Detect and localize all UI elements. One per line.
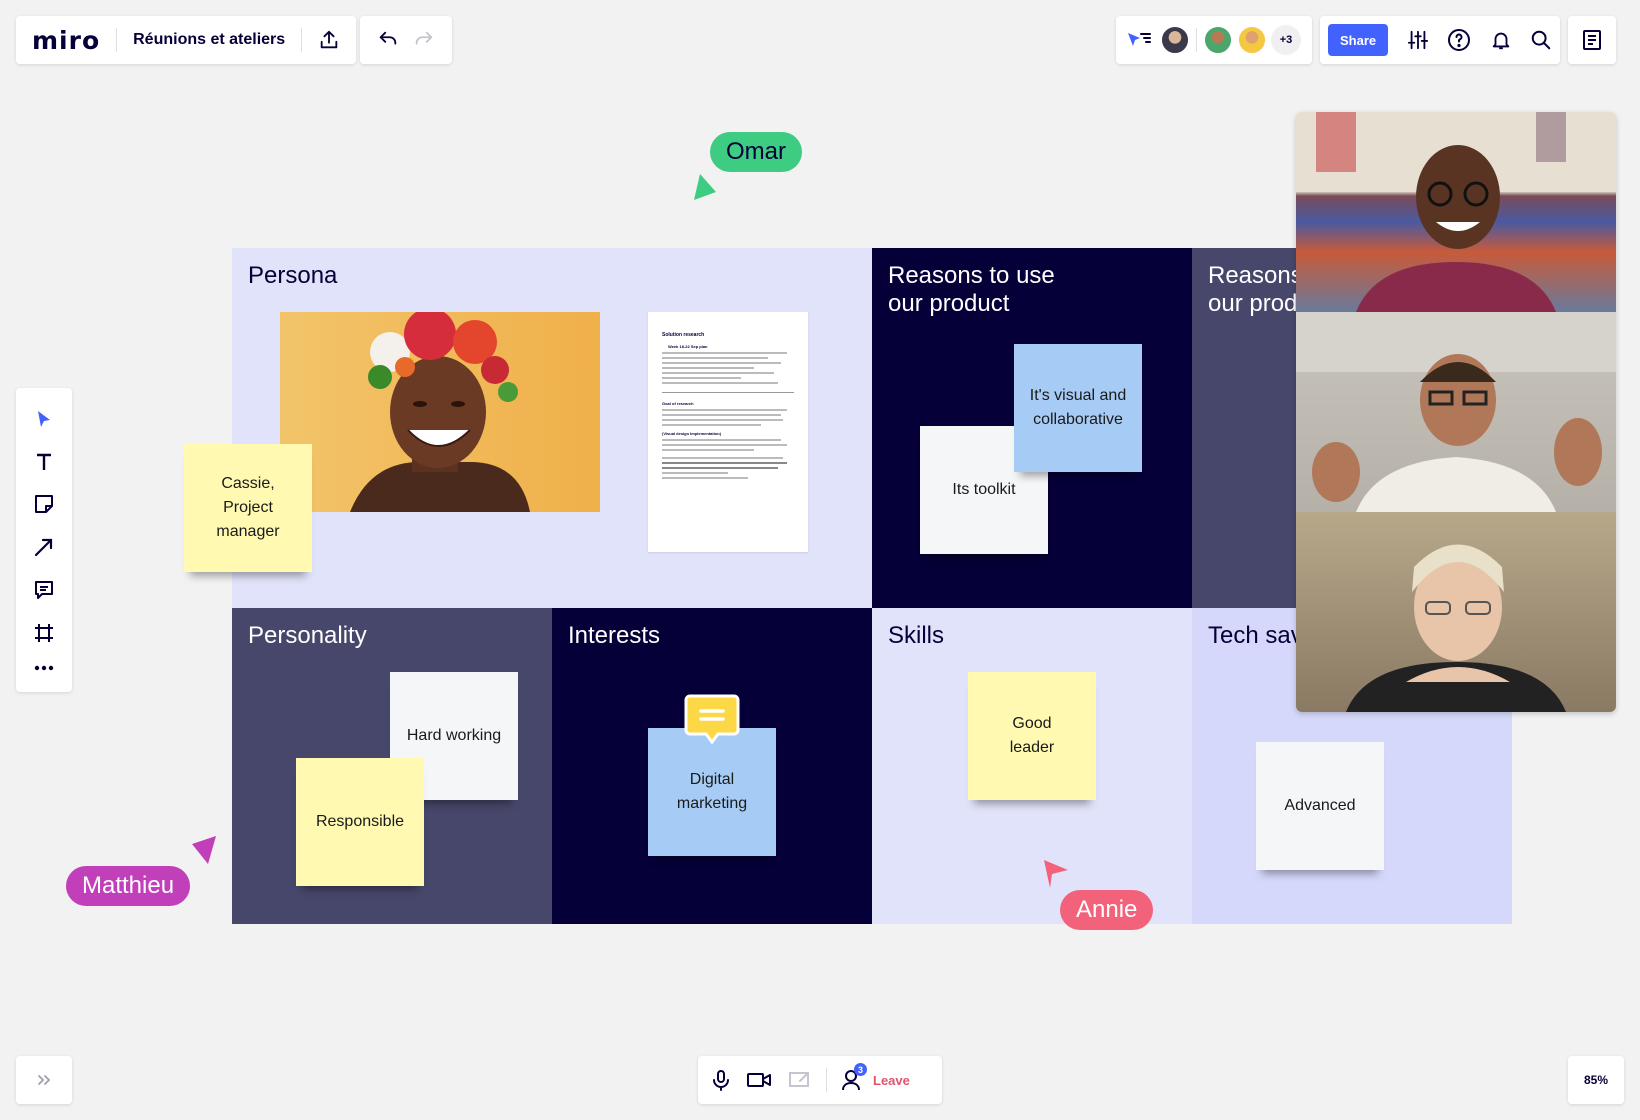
interests-frame[interactable]: Interests Digital marketing: [552, 608, 872, 924]
comment-tool-icon[interactable]: [33, 579, 55, 601]
sticky-note[interactable]: It's visual and collaborative: [1014, 344, 1142, 472]
sticky-note[interactable]: Digital marketing: [648, 728, 776, 856]
comment-bubble-icon[interactable]: [684, 694, 740, 745]
reasons-secondary-title: Reasons our prod: [1208, 262, 1303, 317]
divider: [301, 28, 303, 52]
undo-icon[interactable]: [377, 29, 399, 51]
skills-title: Skills: [888, 622, 945, 649]
bring-to-me-icon[interactable]: [1126, 29, 1152, 51]
document-lines: [662, 352, 794, 384]
left-toolbar: [16, 388, 72, 692]
participant-video-3[interactable]: [1296, 512, 1616, 712]
document-lines: [662, 439, 794, 479]
microphone-icon[interactable]: [712, 1069, 730, 1091]
leave-call-button[interactable]: Leave: [873, 1073, 910, 1088]
text-tool-icon[interactable]: [34, 452, 54, 472]
sticky-note-tool-icon[interactable]: [33, 493, 55, 515]
sticky-note[interactable]: Cassie, Project manager: [184, 444, 312, 572]
share-button[interactable]: Share: [1328, 24, 1389, 56]
document-subheading: Week 18-22 Sep plan: [668, 344, 708, 349]
avatar[interactable]: [1160, 25, 1190, 55]
reasons-title: Reasons to use our product: [888, 262, 1055, 317]
research-document[interactable]: Solution research Week 18-22 Sep plan Go…: [648, 312, 808, 552]
participant-video-1[interactable]: [1296, 112, 1616, 312]
cursor-name-label: Matthieu: [66, 866, 191, 906]
board-actions: Share: [1320, 16, 1560, 64]
select-cursor-icon[interactable]: [35, 409, 53, 431]
divider: [826, 1068, 827, 1092]
document-heading: Solution research: [662, 332, 705, 338]
avatar[interactable]: [1203, 25, 1233, 55]
cursor-name-label: Omar: [710, 132, 802, 172]
search-icon[interactable]: [1530, 29, 1552, 51]
notes-icon: [1582, 29, 1602, 51]
sticky-note[interactable]: Advanced: [1256, 742, 1384, 870]
miro-logo[interactable]: miro: [32, 26, 100, 55]
divider: [116, 28, 118, 52]
zoom-level[interactable]: 85%: [1568, 1056, 1624, 1104]
more-collaborators-badge[interactable]: +3: [1271, 25, 1301, 55]
reasons-frame[interactable]: Reasons to use our product Its toolkit I…: [872, 248, 1192, 608]
participants-count-badge: 3: [854, 1063, 867, 1076]
personality-title: Personality: [248, 622, 367, 649]
participants-icon[interactable]: 3: [841, 1063, 867, 1091]
history-controls: [360, 16, 452, 64]
document-lines: [662, 409, 794, 426]
expand-panel-button[interactable]: [16, 1056, 72, 1104]
line-arrow-tool-icon[interactable]: [33, 536, 55, 558]
cursor-name-label: Annie: [1060, 890, 1154, 930]
cursor-arrow-icon: [192, 836, 216, 864]
screen-share-icon[interactable]: [788, 1070, 812, 1090]
sticky-note[interactable]: Responsible: [296, 758, 424, 886]
document-design-heading: (Visual design Implementation): [662, 431, 722, 436]
redo-icon[interactable]: [413, 29, 435, 51]
persona-photo[interactable]: [280, 312, 600, 512]
video-call-panel[interactable]: [1296, 112, 1616, 712]
interests-title: Interests: [568, 622, 661, 649]
persona-title: Persona: [248, 262, 338, 289]
avatar[interactable]: [1237, 25, 1267, 55]
upload-icon[interactable]: [318, 29, 340, 51]
personality-frame[interactable]: Personality Hard working Responsible: [232, 608, 552, 924]
cursor-arrow-icon: [1044, 860, 1068, 888]
frame-tool-icon[interactable]: [33, 622, 55, 644]
help-icon[interactable]: [1447, 28, 1471, 52]
more-tools-icon[interactable]: [34, 665, 54, 671]
tech-savvy-title: Tech sav: [1208, 622, 1303, 649]
call-controls: 3 Leave: [698, 1056, 942, 1104]
notes-panel-button[interactable]: [1568, 16, 1616, 64]
document-goal-heading: Goal of research: [662, 401, 694, 406]
participant-video-2[interactable]: [1296, 312, 1616, 512]
camera-icon[interactable]: [746, 1071, 772, 1089]
collaborators-panel: +3: [1116, 16, 1312, 64]
board-header: miro Réunions et ateliers: [16, 16, 357, 64]
cursor-arrow-icon: [694, 174, 716, 200]
persona-frame[interactable]: Persona Solution research Week 18-22 Sep…: [184, 248, 872, 608]
settings-sliders-icon[interactable]: [1407, 29, 1429, 51]
divider: [1196, 28, 1197, 52]
chevrons-right-icon: [37, 1074, 51, 1086]
notifications-bell-icon[interactable]: [1490, 29, 1512, 51]
board-title[interactable]: Réunions et ateliers: [133, 31, 285, 49]
sticky-note[interactable]: Good leader: [968, 672, 1096, 800]
skills-frame[interactable]: Skills Good leader: [872, 608, 1192, 924]
